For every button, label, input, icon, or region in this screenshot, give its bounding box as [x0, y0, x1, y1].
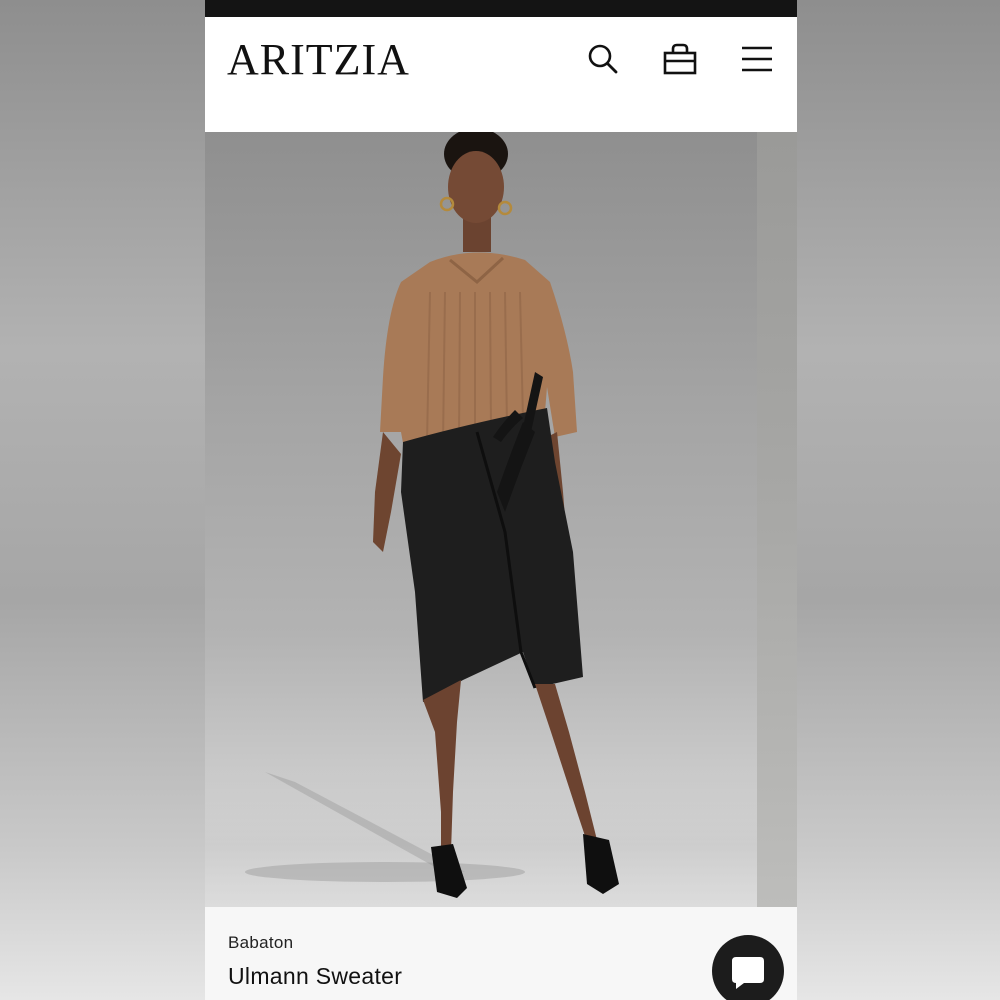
phone-screen: ARITZIA Babaton Ulmann Sweater	[205, 0, 797, 1000]
search-button[interactable]	[585, 41, 621, 77]
product-name[interactable]: Ulmann Sweater	[228, 963, 402, 990]
status-bar	[205, 0, 797, 17]
chat-button[interactable]	[712, 935, 784, 1000]
next-image-peek[interactable]	[757, 132, 797, 907]
chat-icon	[732, 957, 764, 989]
search-icon	[588, 44, 618, 74]
product-brand: Babaton	[228, 933, 294, 952]
background-left	[0, 0, 205, 1000]
product-info-panel: Babaton Ulmann Sweater	[205, 907, 797, 1000]
product-image[interactable]	[205, 132, 797, 907]
brand-logo[interactable]: ARITZIA	[227, 35, 410, 85]
shopping-bag-button[interactable]	[662, 41, 698, 77]
site-header: ARITZIA	[205, 17, 797, 132]
model-figure	[245, 132, 619, 898]
background-right	[797, 0, 1000, 1000]
bag-icon	[663, 43, 697, 75]
menu-button[interactable]	[739, 41, 775, 77]
menu-icon	[742, 46, 772, 72]
